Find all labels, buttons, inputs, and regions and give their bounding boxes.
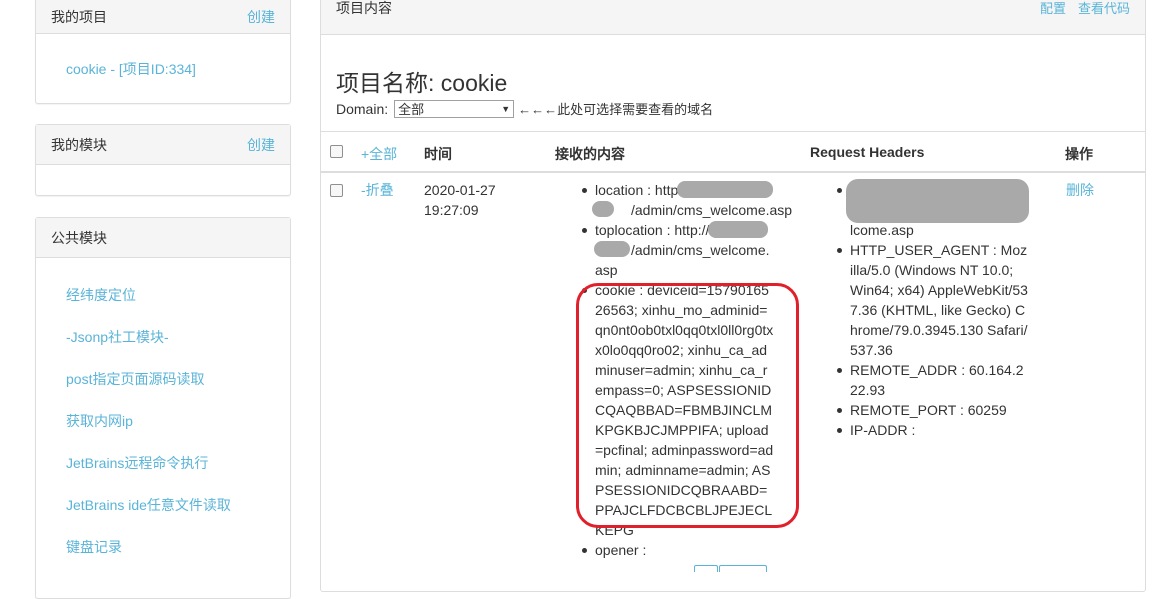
select-all-checkbox[interactable] [330,145,343,158]
pager-button[interactable] [694,565,718,572]
expand-all-link[interactable]: +全部 [361,144,397,164]
project-content-panel: 项目内容 配置 查看代码 项目名称: cookie Domain: 全部 ▼ ←… [320,0,1146,592]
module-link-jetbrains-file-read[interactable]: JetBrains ide任意文件读取 [66,495,231,515]
project-title: 项目名称: cookie [336,70,508,96]
redacted-header-block [846,179,1029,223]
my-projects-panel: 我的项目 创建 cookie - [项目ID:334] [35,0,291,104]
redacted-host-block [592,201,614,217]
module-link-geolocation[interactable]: 经纬度定位 [66,285,136,305]
public-modules-header: 公共模块 [36,218,290,258]
public-modules-panel: 公共模块 经纬度定位 -Jsonp社工模块- post指定页面源码读取 获取内网… [35,217,291,599]
module-link-keylogger[interactable]: 键盘记录 [66,537,122,557]
dropdown-arrow-icon: ▼ [501,103,511,114]
domain-filter-row: Domain: 全部 ▼ ←←←此处可选择需要查看的域名 [336,99,713,118]
pager-button[interactable] [719,565,767,572]
create-module-link[interactable]: 创建 [247,135,275,155]
domain-hint: ←←←此处可选择需要查看的域名 [518,102,714,117]
my-modules-header: 我的模块 创建 [36,125,290,165]
my-projects-title: 我的项目 [51,9,107,25]
row-date: 2020-01-27 [424,182,496,198]
project-link-cookie[interactable]: cookie - [项目ID:334] [66,59,196,79]
content-item-cookie: cookie : deviceid=15790165 26563; xinhu_… [582,280,785,540]
header-item-user-agent: HTTP_USER_AGENT : Moz illa/5.0 (Windows … [837,240,1030,360]
column-header-request-headers: Request Headers [810,144,925,160]
content-item-opener: opener : [582,540,785,560]
view-code-link[interactable]: 查看代码 [1078,0,1130,17]
redacted-host-block [594,241,630,257]
my-projects-header: 我的项目 创建 [36,0,290,34]
header-item-remote-addr: REMOTE_ADDR : 60.164.2 22.93 [837,360,1030,400]
header-item-remote-port: REMOTE_PORT : 60259 [837,400,1030,420]
column-header-time: 时间 [424,146,452,162]
table-header-row: +全部 时间 接收的内容 Request Headers 操作 [321,131,1145,173]
module-link-intranet-ip[interactable]: 获取内网ip [66,411,133,431]
module-link-post-source[interactable]: post指定页面源码读取 [66,369,204,389]
project-content-title: 项目内容 [336,0,392,16]
redacted-host-block [677,181,773,198]
my-modules-panel: 我的模块 创建 [35,124,291,196]
public-modules-title: 公共模块 [51,229,107,246]
header-links: 配置 查看代码 [1040,0,1130,17]
row-time: 19:27:09 [424,202,479,218]
redacted-host-block [708,221,768,238]
collapse-link[interactable]: -折叠 [361,180,394,200]
row-timestamp: 2020-01-27 19:27:09 [424,180,496,220]
config-link[interactable]: 配置 [1040,0,1066,17]
domain-select[interactable]: 全部 ▼ [394,99,515,118]
module-link-jsonp[interactable]: -Jsonp社工模块- [66,327,169,347]
create-project-link[interactable]: 创建 [247,7,275,27]
my-modules-title: 我的模块 [51,136,107,153]
column-header-actions: 操作 [1065,146,1093,162]
header-item-ip-addr: IP-ADDR : [837,420,1030,440]
delete-link[interactable]: 删除 [1066,180,1094,200]
domain-select-value: 全部 [398,102,425,117]
column-header-content: 接收的内容 [555,146,625,162]
row-checkbox[interactable] [330,184,343,197]
domain-label: Domain: [336,100,389,117]
project-content-header: 项目内容 配置 查看代码 [321,0,1145,35]
module-link-jetbrains-rce[interactable]: JetBrains远程命令执行 [66,453,208,473]
